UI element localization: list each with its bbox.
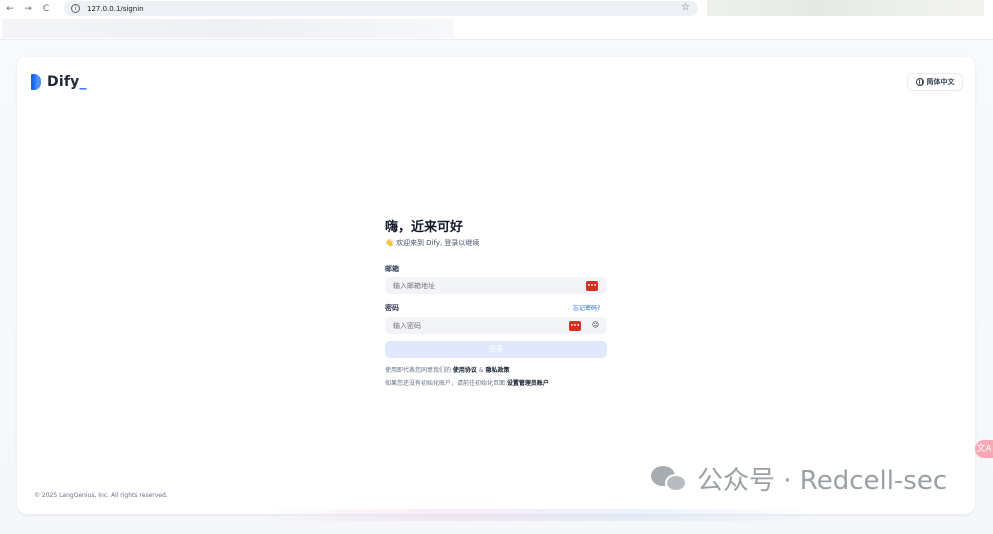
password-manager-icon[interactable]: ••• bbox=[569, 321, 581, 331]
blurred-bookmarks-bar bbox=[2, 19, 454, 38]
dify-logo-icon bbox=[31, 74, 41, 90]
dify-logo[interactable]: Dify_ bbox=[31, 74, 87, 90]
email-label: 邮箱 bbox=[385, 265, 399, 273]
language-label: 简体中文 bbox=[926, 78, 955, 86]
copyright: © 2025 LangGenius, Inc. All rights reser… bbox=[34, 492, 168, 499]
signin-button[interactable]: 登录 bbox=[385, 341, 607, 358]
privacy-link[interactable]: 隐私政策 bbox=[485, 367, 509, 374]
show-password-icon[interactable]: 😑 bbox=[591, 321, 600, 329]
site-info-icon[interactable]: i bbox=[71, 4, 80, 13]
reload-icon[interactable]: C bbox=[37, 4, 55, 14]
terms-text: 使用即代表您同意我们的 使用协议 & 隐私政策 bbox=[385, 367, 510, 374]
setup-admin-link[interactable]: 设置管理员账户 bbox=[507, 380, 549, 387]
logo-text: Dify_ bbox=[47, 74, 87, 90]
wechat-icon bbox=[651, 464, 689, 494]
page-subtitle: 👋 欢迎来到 Dify, 登录以继续 bbox=[385, 239, 480, 247]
translate-widget-icon[interactable]: 文A bbox=[975, 440, 993, 458]
password-manager-icon[interactable]: ••• bbox=[586, 281, 598, 291]
blurred-region bbox=[707, 0, 984, 16]
back-arrow-icon[interactable]: ← bbox=[1, 4, 19, 14]
email-field[interactable] bbox=[385, 277, 607, 294]
watermark: 公众号 · Redcell-sec bbox=[651, 460, 947, 497]
setup-text: 如果您还没有初始化账户，请前往初始化页面 设置管理员账户 bbox=[385, 380, 549, 387]
forward-arrow-icon[interactable]: → bbox=[19, 4, 37, 14]
language-selector[interactable]: 简体中文 bbox=[907, 73, 963, 91]
watermark-text: 公众号 · Redcell-sec bbox=[697, 466, 948, 496]
page-title: 嗨，近来可好 bbox=[385, 220, 464, 235]
password-label: 密码 bbox=[385, 304, 399, 312]
address-bar[interactable]: i 127.0.0.1/signin ☆ bbox=[64, 1, 698, 16]
address-url[interactable]: 127.0.0.1/signin bbox=[87, 5, 144, 13]
card-glow bbox=[260, 509, 820, 521]
bookmark-star-icon[interactable]: ☆ bbox=[681, 2, 690, 13]
terms-link[interactable]: 使用协议 bbox=[453, 367, 477, 374]
forgot-password-link[interactable]: 忘记密码? bbox=[573, 303, 600, 312]
globe-icon bbox=[915, 78, 924, 86]
